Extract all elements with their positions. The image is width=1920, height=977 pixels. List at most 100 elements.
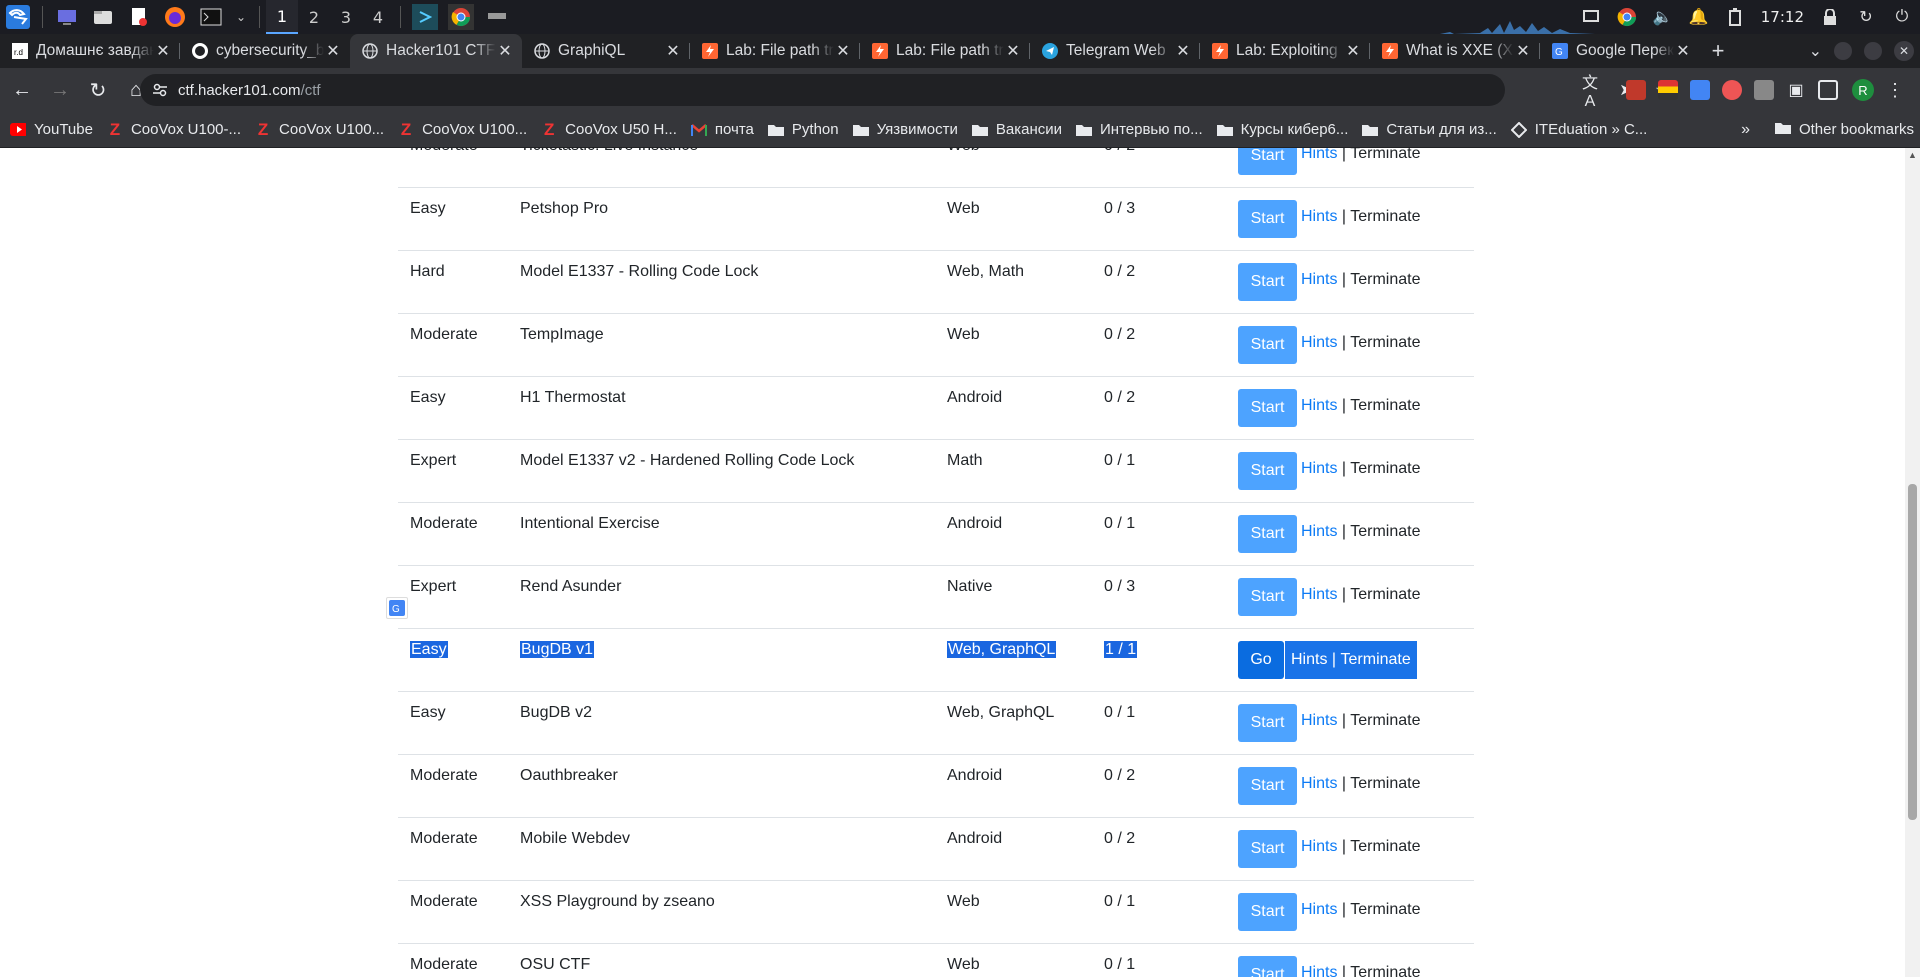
hints-link[interactable]: Hints <box>1301 712 1337 729</box>
tab-7[interactable]: Lab: Exploiting ✕ <box>1200 34 1370 68</box>
screen-icon[interactable] <box>1580 6 1602 28</box>
chrome-tray-icon[interactable] <box>1616 6 1638 28</box>
bookmark-folder-python[interactable]: Python <box>767 121 839 138</box>
minimize-button[interactable] <box>1834 42 1852 60</box>
start-button[interactable]: Start <box>1238 326 1297 364</box>
start-button[interactable]: Start <box>1238 389 1297 427</box>
workspace-4[interactable]: 4 <box>362 0 394 34</box>
clock[interactable]: 17:12 <box>1761 8 1804 26</box>
terminate-link[interactable]: Terminate <box>1350 523 1420 540</box>
maximize-button[interactable] <box>1864 42 1882 60</box>
start-button[interactable]: Start <box>1238 515 1297 553</box>
hints-link[interactable]: Hints <box>1301 334 1337 351</box>
terminate-link[interactable]: Terminate <box>1350 460 1420 477</box>
translate-icon[interactable]: 文A <box>1579 69 1601 111</box>
workspace-2[interactable]: 2 <box>298 0 330 34</box>
extension-badge-icon[interactable] <box>1722 80 1742 100</box>
terminate-link[interactable]: Terminate <box>1350 271 1420 288</box>
bookmark-folder-vulns[interactable]: Уязвимости <box>852 121 958 138</box>
terminal-icon[interactable] <box>198 4 224 30</box>
hints-link[interactable]: Hints <box>1301 523 1337 540</box>
scroll-up-icon[interactable]: ▲ <box>1908 150 1917 160</box>
reload-button[interactable]: ↻ <box>82 74 114 106</box>
hints-link[interactable]: Hints <box>1301 586 1337 603</box>
profile-avatar[interactable]: R <box>1852 79 1874 101</box>
extension-translate-icon[interactable] <box>1690 80 1710 100</box>
bookmark-folder-courses[interactable]: Курсы кибер6... <box>1216 121 1348 138</box>
start-button[interactable]: Start <box>1238 893 1297 931</box>
scrollbar-thumb[interactable] <box>1908 484 1917 820</box>
terminate-link[interactable]: Terminate <box>1350 775 1420 792</box>
bookmark-coovox-1[interactable]: Z CooVox U100-... <box>107 120 241 139</box>
page-scrollbar[interactable]: ▲ <box>1905 148 1920 977</box>
hints-link[interactable]: Hints <box>1301 148 1337 162</box>
app-window-icon[interactable] <box>412 4 438 30</box>
minimized-window-icon[interactable] <box>484 4 510 30</box>
terminate-link[interactable]: Terminate <box>1350 838 1420 855</box>
hints-link[interactable]: Hints <box>1291 651 1327 669</box>
start-button[interactable]: Start <box>1238 263 1297 301</box>
terminate-link[interactable]: Terminate <box>1350 964 1420 977</box>
hints-link[interactable]: Hints <box>1301 901 1337 918</box>
hints-link[interactable]: Hints <box>1301 397 1337 414</box>
close-icon[interactable]: ✕ <box>154 41 172 61</box>
bookmark-folder-interview[interactable]: Интервью по... <box>1076 121 1203 138</box>
start-button[interactable]: Start <box>1238 767 1297 805</box>
hints-link[interactable]: Hints <box>1301 208 1337 225</box>
tab-0[interactable]: r.d Домашнє завдання ✕ <box>0 34 180 68</box>
close-icon[interactable]: ✕ <box>1174 41 1192 61</box>
battery-icon[interactable] <box>1724 6 1746 28</box>
refresh-session-icon[interactable]: ↻ <box>1855 6 1877 28</box>
tab-5[interactable]: Lab: File path tr ✕ <box>860 34 1030 68</box>
side-panel-icon[interactable] <box>1818 80 1838 100</box>
kali-menu-icon[interactable] <box>5 4 31 30</box>
bookmark-folder-articles[interactable]: Статьи для из... <box>1362 121 1497 138</box>
terminate-link[interactable]: Terminate <box>1341 651 1411 669</box>
new-tab-button[interactable]: + <box>1700 34 1736 68</box>
bell-icon[interactable]: 🔔 <box>1688 6 1710 28</box>
close-icon[interactable]: ✕ <box>1344 41 1362 61</box>
extensions-puzzle-icon[interactable]: ▣ <box>1786 80 1806 100</box>
hints-link[interactable]: Hints <box>1301 964 1337 977</box>
menu-kebab-icon[interactable]: ⋮ <box>1886 80 1904 101</box>
hints-link[interactable]: Hints <box>1301 460 1337 477</box>
text-editor-icon[interactable] <box>126 4 152 30</box>
close-window-icon[interactable]: ✕ <box>1894 41 1914 61</box>
extension-gray-icon[interactable] <box>1754 80 1774 100</box>
close-icon[interactable]: ✕ <box>496 41 514 61</box>
terminate-link[interactable]: Terminate <box>1350 334 1420 351</box>
volume-icon[interactable]: 🔈 <box>1652 6 1674 28</box>
tab-9[interactable]: G Google Перекл ✕ <box>1540 34 1700 68</box>
site-info-icon[interactable] <box>152 82 168 98</box>
back-button[interactable]: ← <box>6 74 38 106</box>
terminate-link[interactable]: Terminate <box>1350 397 1420 414</box>
bookmark-folder-jobs[interactable]: Вакансии <box>971 121 1062 138</box>
terminate-link[interactable]: Terminate <box>1350 712 1420 729</box>
translate-popup-icon[interactable]: G <box>386 597 408 619</box>
bookmark-youtube[interactable]: YouTube <box>10 121 93 138</box>
terminate-link[interactable]: Terminate <box>1350 148 1420 162</box>
start-button[interactable]: Start <box>1238 148 1297 175</box>
tab-6[interactable]: Telegram Web ✕ <box>1030 34 1200 68</box>
bookmarks-overflow-button[interactable]: » <box>1741 121 1750 139</box>
bookmark-mail[interactable]: почта <box>690 121 754 138</box>
close-icon[interactable]: ✕ <box>1514 41 1532 61</box>
bookmark-coovox-3[interactable]: Z CooVox U100... <box>398 120 527 139</box>
forward-button[interactable]: → <box>44 74 76 106</box>
power-icon[interactable]: ⏻ <box>1891 6 1913 28</box>
tab-2-active[interactable]: Hacker101 CTF ✕ <box>350 34 522 68</box>
desktop-icon[interactable] <box>54 4 80 30</box>
terminate-link[interactable]: Terminate <box>1350 586 1420 603</box>
workspace-1[interactable]: 1 <box>266 0 298 34</box>
extension-red-icon[interactable] <box>1626 80 1646 100</box>
start-button[interactable]: Start <box>1238 578 1297 616</box>
tab-8[interactable]: What is XXE (XM ✕ <box>1370 34 1540 68</box>
start-button[interactable]: Start <box>1238 830 1297 868</box>
tab-3[interactable]: GraphiQL ✕ <box>522 34 690 68</box>
tab-search-icon[interactable]: ⌄ <box>1809 41 1822 61</box>
close-icon[interactable]: ✕ <box>1004 41 1022 61</box>
bookmark-coovox-2[interactable]: Z CooVox U100... <box>255 120 384 139</box>
address-bar[interactable]: ctf.hacker101.com/ctf <box>140 74 1505 106</box>
extension-flag-icon[interactable] <box>1658 80 1678 100</box>
start-button[interactable]: Start <box>1238 200 1297 238</box>
